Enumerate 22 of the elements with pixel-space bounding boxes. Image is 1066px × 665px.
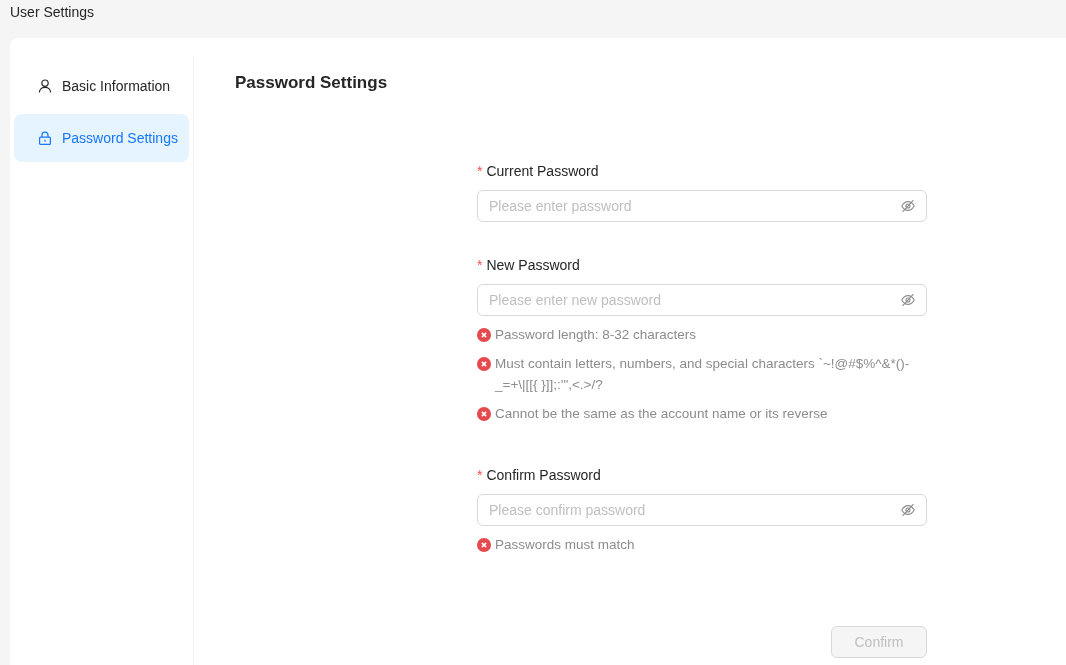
password-field[interactable]: Please confirm password — [477, 494, 927, 526]
lock-icon — [38, 131, 52, 145]
eye-slash-icon[interactable] — [901, 199, 915, 213]
validation-message: Cannot be the same as the account name or its reverse — [495, 405, 828, 423]
sidebar-item[interactable]: Basic Information — [14, 62, 189, 110]
validation-message: Password length: 8-32 characters — [495, 326, 697, 344]
required-mark: * — [477, 162, 483, 181]
eye-slash-icon[interactable] — [901, 293, 915, 307]
field-label: Confirm Password — [486, 466, 601, 485]
sidebar-item[interactable]: Password Settings — [14, 114, 189, 162]
field-label: New Password — [486, 256, 580, 275]
validation-message: Passwords must match — [495, 536, 635, 554]
person-icon — [38, 79, 52, 93]
section-title: Password Settings — [235, 72, 388, 94]
field-label: Current Password — [486, 162, 599, 181]
validation-message: Must contain letters, numbers, and special characters `~!@#$%^&*()-_=+\|[[{ }]];:'",<.>/? — [495, 355, 911, 394]
eye-slash-icon[interactable] — [901, 503, 915, 517]
page-title: User Settings — [10, 3, 95, 22]
password-field[interactable]: Please enter new password — [477, 284, 927, 316]
required-mark: * — [477, 466, 483, 485]
required-mark: * — [477, 256, 483, 275]
password-field[interactable]: Please enter password — [477, 190, 927, 222]
